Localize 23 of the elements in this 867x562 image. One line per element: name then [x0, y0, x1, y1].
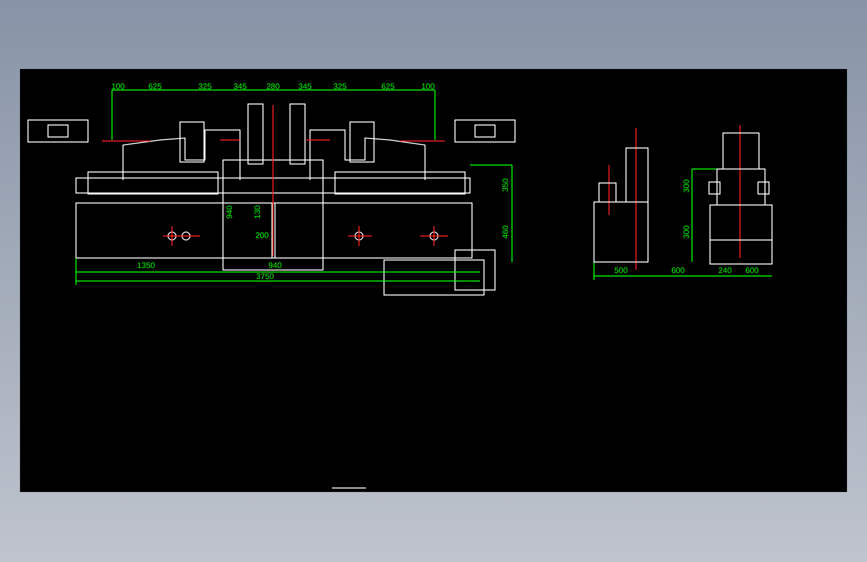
dimension-label: 345 [233, 82, 247, 91]
dimension-label: 350 [501, 178, 510, 192]
dimension-label: 1350 [137, 261, 155, 270]
dimension-label: 200 [255, 231, 269, 240]
dimension-label: 940 [225, 205, 234, 219]
dimension-label: 625 [381, 82, 395, 91]
dimension-label: 240 [718, 266, 732, 275]
dimension-label: 130 [253, 205, 262, 219]
dimension-label: 280 [266, 82, 280, 91]
dimension-label: 100 [111, 82, 125, 91]
dimension-label: 500 [614, 266, 628, 275]
dimension-label: 325 [333, 82, 347, 91]
dimension-label: 325 [198, 82, 212, 91]
dimension-label: 345 [298, 82, 312, 91]
dimension-label: 600 [745, 266, 759, 275]
dimension-label: 100 [421, 82, 435, 91]
dimension-label: 625 [148, 82, 162, 91]
dimension-label: 460 [501, 225, 510, 239]
dimension-label: 940 [268, 261, 282, 270]
dimension-label: 300 [682, 179, 691, 193]
dimension-label: 3750 [256, 272, 274, 281]
dimension-label: 300 [682, 225, 691, 239]
dimension-label: 600 [671, 266, 685, 275]
